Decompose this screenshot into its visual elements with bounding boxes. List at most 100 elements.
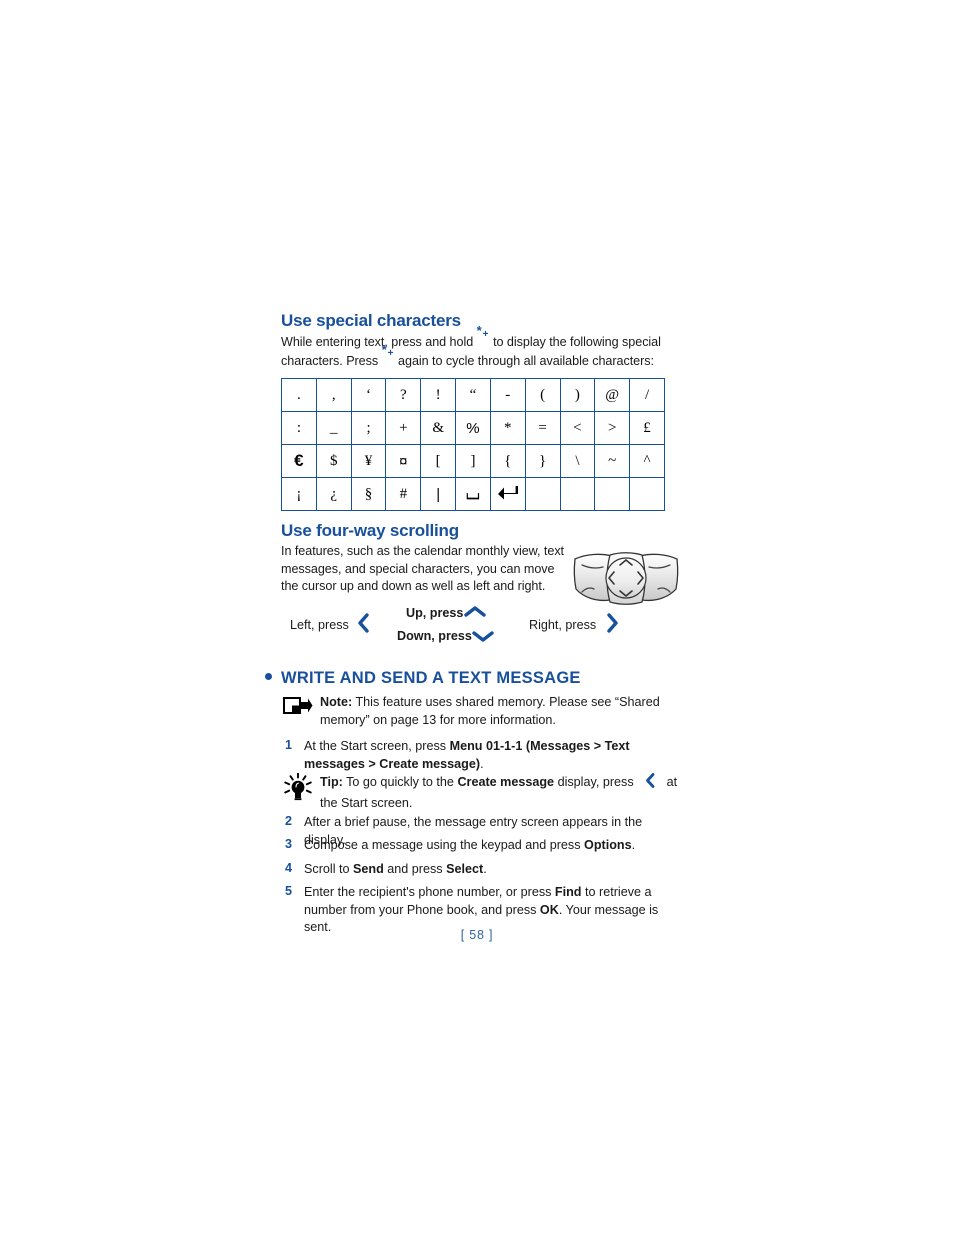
note-label: Note: <box>320 695 353 709</box>
label-left-press-text: Left, press <box>290 618 349 632</box>
label-up-press-text: Up, press <box>406 606 464 620</box>
char-cell-empty <box>629 477 665 511</box>
up-chevron-icon <box>463 604 487 625</box>
step-5-segment-3: OK <box>539 902 559 917</box>
char-cell-empty <box>594 477 631 511</box>
step-number-3: 3 <box>285 837 293 851</box>
step-1-segment-2: . <box>480 756 484 771</box>
char-cell: ^ <box>629 444 665 478</box>
char-cell: ¤ <box>385 444 422 478</box>
label-down-press-text: Down, press <box>397 629 472 643</box>
char-cell: - <box>489 378 526 412</box>
label-down-press: Down, press <box>397 629 472 643</box>
navigation-key-illustration <box>572 548 680 610</box>
step-1-segment-0: At the Start screen, press <box>304 739 450 753</box>
tip-text-part1: To go quickly to the <box>342 775 458 789</box>
char-cell: { <box>489 444 526 478</box>
heading-write-and-send-a-text-message: WRITE AND SEND A TEXT MESSAGE <box>265 669 581 688</box>
step-body-3: Compose a message using the keypad and p… <box>304 837 684 855</box>
char-cell: / <box>629 378 665 412</box>
star-glyph: * <box>381 341 387 357</box>
char-cell: _ <box>315 411 352 445</box>
four-way-scrolling-paragraph: In features, such as the calendar monthl… <box>281 544 565 593</box>
char-cell: \ <box>559 444 596 478</box>
step-number-1: 1 <box>285 738 293 752</box>
special-characters-intro-paragraph: While entering text, press and hold * + t… <box>281 324 673 370</box>
char-cell <box>489 477 526 511</box>
step-3-segment-2: . <box>631 838 636 852</box>
tip-left-chevron-icon <box>644 772 656 795</box>
tip-bold-phrase: Create message <box>457 775 555 789</box>
char-cell: @ <box>594 378 631 412</box>
char-cell: ] <box>455 444 491 478</box>
step-5-segment-0: Enter the recipient's phone number, or p… <box>304 885 555 899</box>
note-text: This feature uses shared memory. Please … <box>320 695 660 727</box>
char-cell: : <box>281 411 317 445</box>
char-cell: $ <box>315 444 352 478</box>
char-cell: = <box>524 411 561 445</box>
intro-text-part1: While entering text, press and hold <box>281 335 477 349</box>
char-cell: * <box>489 411 526 445</box>
char-table-row: : _; + &% * = < > £ <box>281 411 665 445</box>
heading-write-and-send-text: WRITE AND SEND A TEXT MESSAGE <box>281 669 581 687</box>
char-cell-empty <box>559 477 596 511</box>
char-table-row: ¡ ¿ § # | ⌴ <box>281 477 665 511</box>
label-up-press: Up, press <box>406 606 463 620</box>
char-cell: £ <box>629 411 665 445</box>
char-cell: , <box>315 378 352 412</box>
char-cell: & <box>420 411 457 445</box>
char-cell: ‘ <box>350 378 387 412</box>
label-left-press: Left, press <box>290 618 349 632</box>
char-cell: ⌴ <box>455 477 491 511</box>
step-body-4: Scroll to Send and press Select. <box>304 861 684 879</box>
char-cell: ¡ <box>281 477 317 511</box>
step-5-segment-1: Find <box>554 885 582 899</box>
heading-use-four-way-scrolling: Use four-way scrolling <box>281 521 459 540</box>
label-right-press: Right, press <box>529 618 596 632</box>
right-chevron-icon <box>605 612 621 639</box>
step-number-4: 4 <box>285 861 293 875</box>
char-table-row: € $ ¥ ¤[]{} \ ~ ^ <box>281 444 665 478</box>
manual-page: Use special characters While entering te… <box>0 0 954 1235</box>
left-chevron-icon <box>355 612 371 639</box>
tip-text-part2: display, press <box>554 775 638 789</box>
step-4-segment-2: and press <box>383 862 447 876</box>
plus-glyph: + <box>482 329 489 340</box>
char-cell: > <box>594 411 631 445</box>
star-key-icon: * + <box>477 324 490 346</box>
step-body-1: At the Start screen, press Menu 01-1-1 (… <box>304 738 684 773</box>
step-3-segment-1: Options <box>584 838 632 852</box>
plus-glyph: + <box>387 347 394 359</box>
char-cell: [ <box>420 444 457 478</box>
note-callout: Note: This feature uses shared memory. P… <box>320 694 682 729</box>
tip-label: Tip: <box>320 775 343 789</box>
section-bullet-icon <box>265 673 272 681</box>
char-cell: ¥ <box>350 444 387 478</box>
char-cell: | <box>420 477 457 511</box>
char-cell: € <box>281 444 317 478</box>
step-4-segment-3: Select <box>446 862 484 876</box>
heading-use-special-characters: Use special characters <box>281 311 461 330</box>
intro-text-part3: again to cycle through all available cha… <box>394 353 654 368</box>
char-cell: ? <box>385 378 422 412</box>
step-4-segment-0: Scroll to <box>304 862 353 876</box>
note-arrow-icon <box>283 697 313 714</box>
char-cell: ; <box>350 411 387 445</box>
char-cell: # <box>385 477 422 511</box>
char-cell: ) <box>559 378 596 412</box>
lightbulb-icon <box>283 772 313 803</box>
label-right-press-text: Right, press <box>529 618 597 632</box>
char-cell: < <box>559 411 596 445</box>
step-4-segment-1: Send <box>353 862 384 876</box>
star-glyph: * <box>476 323 482 338</box>
char-cell: § <box>350 477 387 511</box>
char-cell: “ <box>455 378 491 412</box>
char-cell: ( <box>524 378 561 412</box>
special-characters-table: ., ‘?! “-() @ /: _; + &% * = < > £ € $ ¥ ¤[]{} \ ~ ^ ¡ ¿ § # | ⌴ <box>281 378 665 511</box>
char-cell: + <box>385 411 422 445</box>
page-number: [ 58 ] <box>460 928 494 942</box>
char-cell: . <box>281 378 317 412</box>
step-3-segment-0: Compose a message using the keypad and p… <box>304 838 585 852</box>
char-cell: % <box>455 411 491 445</box>
special-characters-table-body: ., ‘?! “-() @ /: _; + &% * = < > £ € $ ¥ ¤[]{} \ ~ ^ ¡ ¿ § # | ⌴ <box>281 378 665 511</box>
